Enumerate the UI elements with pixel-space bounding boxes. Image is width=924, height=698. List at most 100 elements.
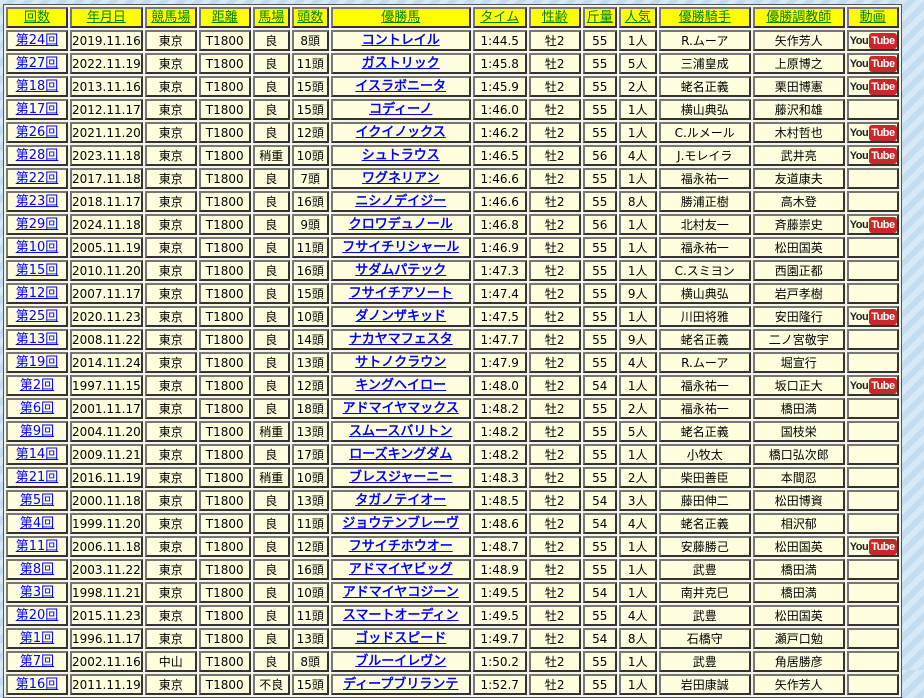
race-link[interactable]: 第3回 [20,585,54,600]
race-link[interactable]: 第20回 [16,608,59,623]
sort-link-field-size[interactable]: 頭数 [297,10,323,25]
race-link[interactable]: 第26回 [16,125,59,140]
cell-video [846,444,899,465]
cell-video: You Tube [846,76,899,97]
race-link[interactable]: 第21回 [16,470,59,485]
horse-link[interactable]: スムースバリトン [349,424,452,439]
sort-link-sex-age[interactable]: 性齢 [542,10,568,25]
horse-link[interactable]: ブルーイレヴン [355,654,446,669]
horse-link[interactable]: アドマイヤマックス [343,401,459,416]
race-link[interactable]: 第24回 [16,33,59,48]
race-link[interactable]: 第2回 [20,378,54,393]
youtube-icon[interactable]: You Tube [849,217,897,233]
sort-link-winner-horse[interactable]: 優勝馬 [381,10,420,25]
cell-trainer: 坂口正大 [752,375,845,396]
horse-link[interactable]: ニシノデイジー [355,194,446,209]
race-link[interactable]: 第18回 [16,79,59,94]
youtube-icon[interactable]: You Tube [849,125,897,141]
race-link[interactable]: 第8回 [20,562,54,577]
youtube-icon[interactable]: You Tube [849,56,897,72]
youtube-icon[interactable]: You Tube [849,539,897,555]
horse-link[interactable]: シュトラウス [362,148,440,163]
horse-link[interactable]: フサイチホウオー [349,539,453,554]
race-link[interactable]: 第17回 [16,102,59,117]
horse-link[interactable]: タガノテイオー [355,493,446,508]
race-link[interactable]: 第27回 [16,56,59,71]
race-link[interactable]: 第14回 [16,447,59,462]
cell-track-condition: 良 [252,214,290,235]
cell-racecourse: 東京 [144,582,197,603]
horse-link[interactable]: ダノンザキッド [355,309,446,324]
sort-link-racecourse[interactable]: 競馬場 [151,10,190,25]
horse-link[interactable]: ブレスジャーニー [349,470,452,485]
header-row: 回数 年月日 競馬場 距離 馬場 頭数 優勝馬 タイム 性齢 斤量 人気 優勝騎手 優勝調教師 動画 [6,7,899,28]
cell-time: 1:50.2 [472,651,527,672]
sort-link-popularity[interactable]: 人気 [625,10,651,25]
race-link[interactable]: 第11回 [16,539,59,554]
horse-link[interactable]: ローズキングダム [349,447,452,462]
race-link[interactable]: 第7回 [20,654,54,669]
youtube-tube-text: Tube [869,217,897,233]
race-link[interactable]: 第12回 [16,286,59,301]
youtube-icon[interactable]: You Tube [849,79,897,95]
cell-weight: 55 [582,352,617,373]
horse-link[interactable]: サダムパテック [355,263,446,278]
race-link[interactable]: 第10回 [16,240,59,255]
race-link[interactable]: 第5回 [20,493,54,508]
horse-link[interactable]: イクイノックス [356,125,446,140]
horse-link[interactable]: コントレイル [362,33,440,48]
sort-link-race-number[interactable]: 回数 [24,10,50,25]
sort-link-distance[interactable]: 距離 [212,10,238,25]
cell-popularity: 3人 [618,490,657,511]
race-link[interactable]: 第25回 [16,309,59,324]
table-row: 第8回 2003.11.22 東京 T1800 良 16頭 アドマイヤビッグ 1:48.9 牡2… [6,559,899,580]
cell-popularity: 2人 [618,76,657,97]
horse-link[interactable]: ゴッドスピード [355,631,446,646]
horse-link[interactable]: ジョウテンブレーヴ [342,516,459,531]
youtube-icon[interactable]: You Tube [849,33,897,49]
sort-link-video[interactable]: 動画 [860,10,886,25]
race-link[interactable]: 第1回 [20,631,54,646]
horse-link[interactable]: アドマイヤコジーン [343,585,459,600]
race-link[interactable]: 第19回 [16,355,59,370]
horse-link[interactable]: クロワデュノール [349,217,453,232]
race-link[interactable]: 第22回 [16,171,59,186]
cell-field-size: 9頭 [291,214,329,235]
cell-field-size: 18頭 [291,398,329,419]
horse-link[interactable]: スマートオーディン [343,608,459,623]
horse-link[interactable]: サトノクラウン [355,355,446,370]
table-row: 第15回 2010.11.20 東京 T1800 良 16頭 サダムパテック 1:47.3 牡2… [6,260,899,281]
sort-link-trainer[interactable]: 優勝調教師 [766,10,831,25]
horse-link[interactable]: フサイチリシャール [342,240,459,255]
horse-link[interactable]: ワグネリアン [362,171,439,186]
race-link[interactable]: 第6回 [20,401,54,416]
sort-link-track-condition[interactable]: 馬場 [258,10,284,25]
horse-link[interactable]: ガストリック [362,56,440,71]
sort-link-jockey[interactable]: 優勝騎手 [679,10,731,25]
cell-field-size: 8頭 [291,651,329,672]
race-link[interactable]: 第23回 [16,194,59,209]
youtube-icon[interactable]: You Tube [849,148,897,164]
horse-link[interactable]: ナカヤマフェスタ [349,332,453,347]
cell-field-size: 13頭 [291,421,329,442]
race-link[interactable]: 第9回 [20,424,54,439]
sort-link-date[interactable]: 年月日 [87,10,126,25]
horse-link[interactable]: コディーノ [369,102,432,117]
race-link[interactable]: 第4回 [20,516,54,531]
youtube-icon[interactable]: You Tube [849,378,897,394]
race-link[interactable]: 第15回 [16,263,59,278]
horse-link[interactable]: フサイチアソート [349,286,453,301]
race-link[interactable]: 第13回 [16,332,59,347]
youtube-icon[interactable]: You Tube [849,309,897,325]
sort-link-time[interactable]: タイム [480,10,519,25]
cell-time: 1:46.8 [472,214,527,235]
horse-link[interactable]: イスラボニータ [355,79,446,94]
horse-link[interactable]: ディープブリランテ [343,677,458,692]
horse-link[interactable]: キングヘイロー [355,378,446,393]
cell-time: 1:44.5 [472,30,527,51]
race-link[interactable]: 第29回 [16,217,59,232]
sort-link-weight[interactable]: 斤量 [587,10,613,25]
horse-link[interactable]: アドマイヤビッグ [349,562,453,577]
race-link[interactable]: 第28回 [16,148,59,163]
race-link[interactable]: 第16回 [16,677,59,692]
